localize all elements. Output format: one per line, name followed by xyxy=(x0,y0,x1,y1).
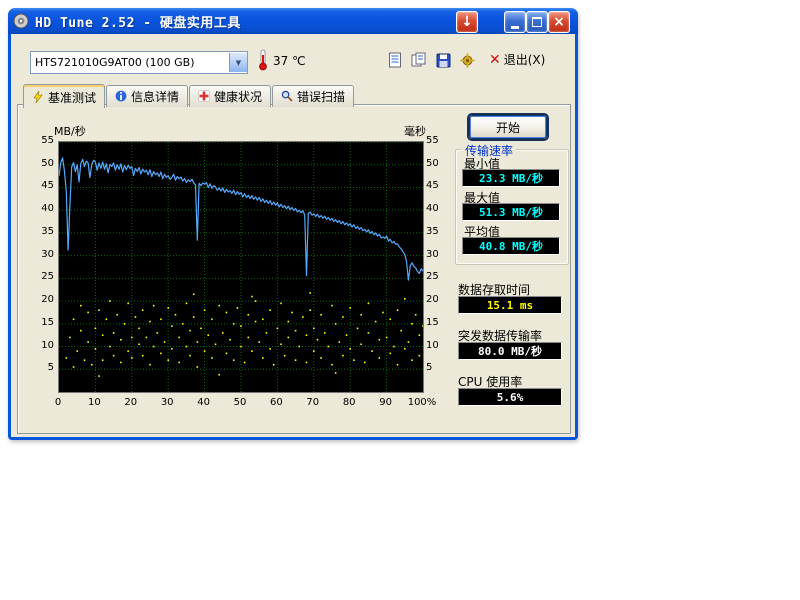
access-time-value-box: 15.1 ms xyxy=(458,296,562,314)
y-tick-label: 10 xyxy=(426,340,454,351)
copy-image-icon xyxy=(411,52,427,68)
x-tick-label: 50 xyxy=(223,397,257,408)
benchmark-panel: MB/秒 毫秒 55555050454540403535303025252020… xyxy=(17,104,571,434)
y-tick-label: 45 xyxy=(26,180,54,191)
right-axis-label: 毫秒 xyxy=(404,123,426,139)
cpu-usage-value: 5.6% xyxy=(497,391,524,404)
min-value: 23.3 MB/秒 xyxy=(479,170,543,186)
tab-error-scan[interactable]: 错误扫描 xyxy=(272,85,354,107)
down-arrow-icon: ↓ xyxy=(461,14,473,30)
options-button[interactable] xyxy=(457,50,477,70)
tab-benchmark[interactable]: 基准测试 xyxy=(23,84,105,108)
tab-info[interactable]: 信息详情 xyxy=(106,85,188,107)
burst-rate-value-box: 80.0 MB/秒 xyxy=(458,342,562,360)
copy-image-button[interactable] xyxy=(409,50,429,70)
tab-benchmark-label: 基准测试 xyxy=(48,89,96,106)
download-button[interactable]: ↓ xyxy=(456,11,478,33)
x-tick-label: 10 xyxy=(77,397,111,408)
y-tick-label: 30 xyxy=(26,249,54,260)
y-tick-label: 30 xyxy=(426,249,454,260)
start-button-label: 开始 xyxy=(496,119,520,136)
x-tick-label: 100% xyxy=(405,397,439,408)
y-tick-label: 20 xyxy=(426,294,454,305)
y-tick-label: 55 xyxy=(26,135,54,146)
cpu-usage-value-box: 5.6% xyxy=(458,388,562,406)
exit-label: 退出(X) xyxy=(504,51,546,68)
scan-icon xyxy=(281,90,293,102)
tab-info-label: 信息详情 xyxy=(131,88,179,105)
client-area: HTS721010G9AT00 (100 GB) ▼ 37 ℃ xyxy=(11,34,575,437)
y-tick-label: 15 xyxy=(426,317,454,328)
y-tick-label: 10 xyxy=(26,340,54,351)
tab-error-scan-label: 错误扫描 xyxy=(297,88,345,105)
info-icon xyxy=(115,90,127,102)
minimize-icon xyxy=(511,26,519,29)
x-tick-label: 0 xyxy=(41,397,75,408)
y-tick-label: 20 xyxy=(26,294,54,305)
maximize-icon xyxy=(532,17,542,27)
thermometer-icon xyxy=(258,49,268,71)
y-tick-label: 25 xyxy=(26,271,54,282)
window-title: HD Tune 2.52 - 硬盘实用工具 xyxy=(35,12,241,31)
start-button[interactable]: 开始 xyxy=(469,115,547,139)
min-value-box: 23.3 MB/秒 xyxy=(462,169,560,187)
access-time-value: 15.1 ms xyxy=(487,299,533,312)
x-tick-label: 20 xyxy=(114,397,148,408)
x-tick-label: 60 xyxy=(259,397,293,408)
copy-text-button[interactable] xyxy=(385,50,405,70)
health-icon xyxy=(198,90,210,102)
exit-x-icon: ✕ xyxy=(489,53,501,67)
title-bar[interactable]: HD Tune 2.52 - 硬盘实用工具 ↓ × xyxy=(8,8,578,34)
chevron-down-icon[interactable]: ▼ xyxy=(229,53,247,72)
hdtune-app-icon xyxy=(13,13,29,29)
x-tick-label: 80 xyxy=(332,397,366,408)
avg-value-box: 40.8 MB/秒 xyxy=(462,237,560,255)
exit-button[interactable]: ✕ 退出(X) xyxy=(489,51,545,68)
x-tick-label: 30 xyxy=(150,397,184,408)
y-tick-label: 25 xyxy=(426,271,454,282)
close-button[interactable]: × xyxy=(548,11,570,33)
burst-rate-value: 80.0 MB/秒 xyxy=(478,343,542,359)
left-axis-label: MB/秒 xyxy=(54,123,86,139)
y-tick-label: 40 xyxy=(426,203,454,214)
chart-area: MB/秒 毫秒 55555050454540403535303025252020… xyxy=(18,105,454,425)
tab-strip: 基准测试 信息详情 健康状况 xyxy=(23,84,355,107)
desktop: HD Tune 2.52 - 硬盘实用工具 ↓ × HTS721010G9AT0… xyxy=(0,0,800,600)
save-screenshot-button[interactable] xyxy=(433,50,453,70)
y-tick-label: 50 xyxy=(26,158,54,169)
max-value-box: 51.3 MB/秒 xyxy=(462,203,560,221)
temperature-label: 37 ℃ xyxy=(273,54,306,68)
drive-select[interactable]: HTS721010G9AT00 (100 GB) ▼ xyxy=(30,51,248,74)
y-tick-label: 50 xyxy=(426,158,454,169)
hdtune-window: HD Tune 2.52 - 硬盘实用工具 ↓ × HTS721010G9AT0… xyxy=(8,8,578,440)
maximize-button[interactable] xyxy=(526,11,548,33)
y-tick-label: 5 xyxy=(26,362,54,373)
gear-icon xyxy=(460,53,475,68)
y-tick-label: 5 xyxy=(426,362,454,373)
y-tick-label: 35 xyxy=(426,226,454,237)
x-tick-label: 90 xyxy=(369,397,403,408)
benchmark-plot xyxy=(58,141,424,393)
avg-value: 40.8 MB/秒 xyxy=(479,238,543,254)
y-tick-label: 55 xyxy=(426,135,454,146)
minimize-button[interactable] xyxy=(504,11,526,33)
y-tick-label: 35 xyxy=(26,226,54,237)
x-tick-label: 70 xyxy=(296,397,330,408)
y-tick-label: 15 xyxy=(26,317,54,328)
benchmark-icon xyxy=(32,91,44,103)
tab-health[interactable]: 健康状况 xyxy=(189,85,271,107)
copy-text-icon xyxy=(388,52,402,68)
tab-health-label: 健康状况 xyxy=(214,88,262,105)
transfer-rate-group: 传输速率 最小值 23.3 MB/秒 最大值 51.3 MB/秒 平均值 40.… xyxy=(455,149,569,265)
close-icon: × xyxy=(553,14,565,30)
y-tick-label: 45 xyxy=(426,180,454,191)
x-tick-label: 40 xyxy=(187,397,221,408)
save-icon xyxy=(436,53,451,68)
y-tick-label: 40 xyxy=(26,203,54,214)
max-value: 51.3 MB/秒 xyxy=(479,204,543,220)
drive-select-value: HTS721010G9AT00 (100 GB) xyxy=(31,56,229,69)
